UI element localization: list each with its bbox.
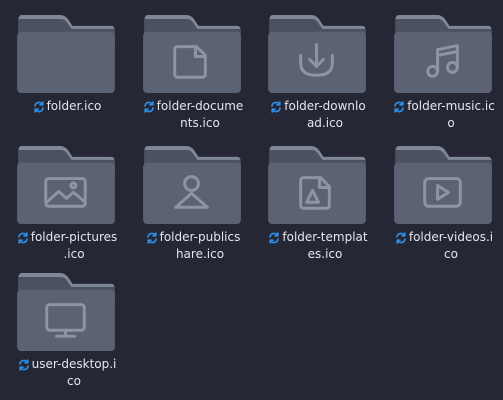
file-item-folder-videos[interactable]: folder-videos.i co: [392, 145, 502, 265]
file-name: folder-templat es.ico: [282, 230, 368, 261]
file-item-folder-pictures[interactable]: folder-pictures .ico: [15, 145, 125, 265]
file-name: folder-docume nts.ico: [156, 99, 244, 130]
file-name: user-desktop.i co: [31, 357, 117, 388]
file-name: folder-music.ic o: [407, 99, 495, 130]
sync-icon: [18, 359, 29, 371]
file-label: folder-templat es.ico: [266, 229, 370, 263]
file-label: folder-publics hare.ico: [141, 229, 245, 263]
file-item-folder-download[interactable]: folder-downlo ad.ico: [266, 14, 376, 134]
file-label: folder-downlo ad.ico: [266, 98, 370, 132]
sync-icon: [394, 101, 404, 113]
file-item-folder-publicshare[interactable]: folder-publics hare.ico: [141, 145, 251, 265]
file-grid: folder.ico folder-docume nts.ico folder-…: [0, 0, 503, 400]
file-name: folder-videos.i co: [408, 230, 494, 261]
file-name: folder.ico: [46, 99, 102, 113]
folder-icon: [17, 272, 115, 352]
folder-icon: [17, 14, 115, 94]
sync-icon: [17, 232, 28, 244]
file-label: folder.ico: [15, 98, 119, 115]
folder-icon: [394, 145, 492, 225]
file-label: folder-pictures .ico: [15, 229, 119, 263]
sync-icon: [146, 232, 157, 244]
file-item-folder-templates[interactable]: folder-templat es.ico: [266, 145, 376, 265]
file-item-folder-documents[interactable]: folder-docume nts.ico: [141, 14, 251, 134]
folder-icon: [143, 145, 241, 225]
folder-icon: [17, 145, 115, 225]
file-item-folder[interactable]: folder.ico: [15, 14, 125, 134]
file-name: folder-publics hare.ico: [159, 230, 241, 261]
file-label: folder-docume nts.ico: [141, 98, 245, 132]
file-label: user-desktop.i co: [15, 356, 119, 390]
file-name: folder-pictures .ico: [30, 230, 118, 261]
file-item-folder-music[interactable]: folder-music.ic o: [392, 14, 502, 134]
folder-icon: [143, 14, 241, 94]
sync-icon: [271, 101, 282, 113]
sync-icon: [396, 232, 406, 244]
file-label: folder-music.ic o: [392, 98, 496, 132]
folder-icon: [268, 145, 366, 225]
sync-icon: [269, 232, 280, 244]
sync-icon: [143, 101, 154, 113]
sync-icon: [33, 101, 44, 113]
file-item-user-desktop[interactable]: user-desktop.i co: [15, 272, 125, 392]
file-label: folder-videos.i co: [392, 229, 496, 263]
file-name: folder-downlo ad.ico: [284, 99, 366, 130]
folder-icon: [268, 14, 366, 94]
folder-icon: [394, 14, 492, 94]
